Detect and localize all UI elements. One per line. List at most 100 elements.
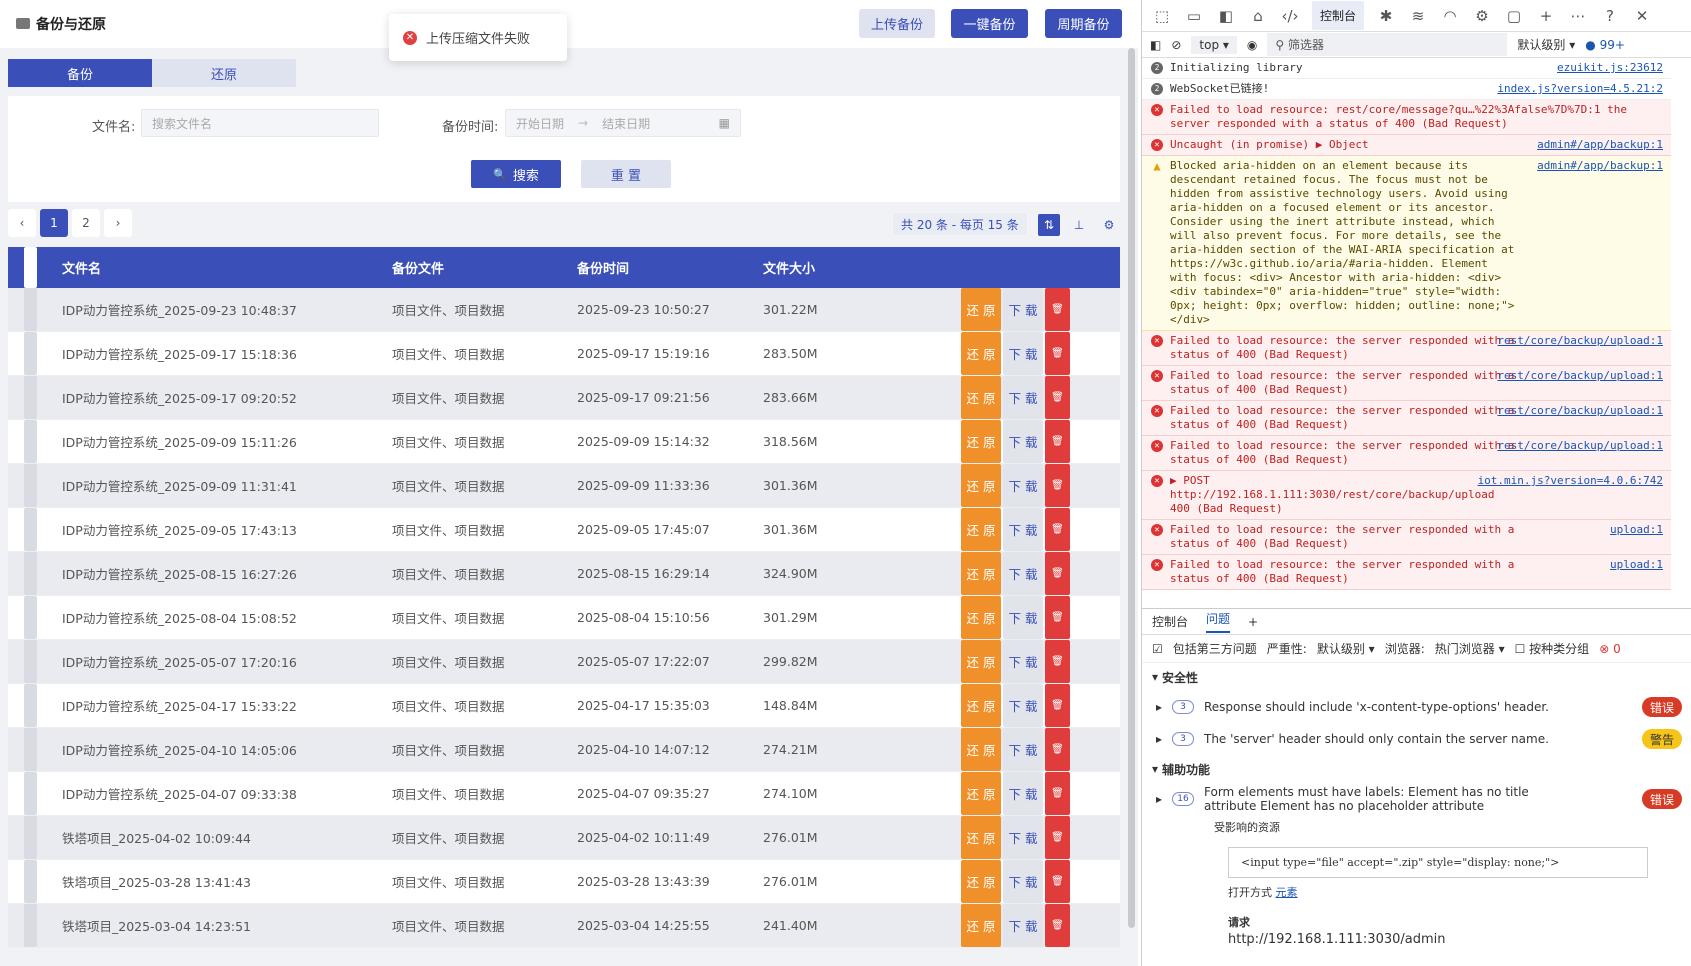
table-row[interactable]: IDP动力管控系统_2025-04-07 09:33:38 项目文件、项目数据 20… [8, 772, 1120, 816]
console-filter-input[interactable]: ⚲ 筛选器 [1267, 33, 1508, 56]
issue-section[interactable]: ▾ 安全性 [1142, 663, 1691, 691]
sort-icon[interactable]: ⇅ [1038, 214, 1060, 236]
scrollbar-thumb[interactable] [1128, 48, 1135, 928]
row-checkbox[interactable] [24, 772, 37, 815]
table-row[interactable]: IDP动力管控系统_2025-04-17 15:33:22 项目文件、项目数据 20… [8, 684, 1120, 728]
eye-icon[interactable]: ◉ [1247, 38, 1257, 52]
log-entry-error[interactable]: ✕ Failed to load resource: the server res… [1142, 520, 1671, 555]
row-checkbox[interactable] [24, 684, 37, 727]
restore-button[interactable]: 还 原 [961, 816, 1001, 859]
log-source-link[interactable]: upload:1 [1610, 523, 1663, 537]
date-range-input[interactable]: 开始日期 → 结束日期 ▦ [505, 109, 741, 137]
delete-button[interactable]: 🗑 [1045, 376, 1070, 419]
log-entry-error[interactable]: ✕ Failed to load resource: rest/core/mess… [1142, 100, 1671, 135]
table-row[interactable]: IDP动力管控系统_2025-09-17 15:18:36 项目文件、项目数据 20… [8, 332, 1120, 376]
row-checkbox[interactable] [24, 728, 37, 771]
restore-button[interactable]: 还 原 [961, 552, 1001, 595]
log-source-link[interactable]: iot.min.js?version=4.0.6:742 [1478, 474, 1663, 488]
log-entry-error[interactable]: ✕ ▶ POST http://192.168.1.111:3030/rest/c… [1142, 471, 1671, 520]
restore-button[interactable]: 还 原 [961, 728, 1001, 771]
sidebar-toggle-icon[interactable]: ◧ [1150, 38, 1161, 52]
close-icon[interactable]: ✕ [1632, 7, 1652, 25]
log-source-link[interactable]: index.js?version=4.5.21:2 [1497, 82, 1663, 96]
select-all-checkbox[interactable] [24, 247, 37, 288]
delete-button[interactable]: 🗑 [1045, 288, 1070, 331]
delete-button[interactable]: 🗑 [1045, 552, 1070, 595]
application-icon[interactable]: ▢ [1504, 7, 1524, 25]
table-row[interactable]: 铁塔项目_2025-04-02 10:09:44 项目文件、项目数据 2025-04… [8, 816, 1120, 860]
group-checkbox[interactable]: ☐ 按种类分组 [1515, 640, 1590, 657]
issue-item[interactable]: ▸ 3 Response should include 'x-content-typ… [1142, 691, 1691, 723]
tab-backup[interactable]: 备份 [8, 59, 152, 87]
page-2-button[interactable]: 2 [72, 209, 100, 237]
log-entry-error[interactable]: ✕ Failed to load resource: the server res… [1142, 436, 1671, 471]
row-checkbox[interactable] [24, 860, 37, 903]
one-click-backup-button[interactable]: 一键备份 [951, 9, 1028, 38]
row-checkbox[interactable] [24, 816, 37, 859]
restore-button[interactable]: 还 原 [961, 376, 1001, 419]
delete-button[interactable]: 🗑 [1045, 860, 1070, 903]
filename-input[interactable]: 搜索文件名 [141, 109, 379, 137]
page-scrollbar[interactable] [1128, 48, 1136, 928]
elements-icon[interactable]: ‹/› [1280, 7, 1300, 25]
gear-icon[interactable]: ⚙ [1472, 7, 1492, 25]
request-url[interactable]: http://192.168.1.111:3030/admin [1228, 932, 1691, 947]
next-page-button[interactable]: › [104, 209, 132, 237]
settings-icon[interactable]: ⚙ [1098, 214, 1120, 236]
restore-button[interactable]: 还 原 [961, 640, 1001, 683]
log-source-link[interactable]: rest/core/backup/upload:1 [1497, 439, 1663, 453]
download-button[interactable]: 下 载 [1003, 772, 1043, 815]
download-button[interactable]: 下 载 [1003, 904, 1043, 947]
restore-button[interactable]: 还 原 [961, 332, 1001, 375]
row-checkbox[interactable] [24, 640, 37, 683]
download-button[interactable]: 下 载 [1003, 728, 1043, 771]
restore-button[interactable]: 还 原 [961, 508, 1001, 551]
table-row[interactable]: IDP动力管控系统_2025-09-09 15:11:26 项目文件、项目数据 20… [8, 420, 1120, 464]
log-source-link[interactable]: upload:1 [1610, 558, 1663, 572]
issue-section[interactable]: ▾ 辅助功能 [1142, 755, 1691, 783]
log-source-link[interactable]: rest/core/backup/upload:1 [1497, 334, 1663, 348]
delete-button[interactable]: 🗑 [1045, 420, 1070, 463]
tab-console[interactable]: 控制台 [1312, 1, 1365, 30]
table-row[interactable]: IDP动力管控系统_2025-04-10 14:05:06 项目文件、项目数据 20… [8, 728, 1120, 772]
row-checkbox[interactable] [24, 288, 37, 331]
download-button[interactable]: 下 载 [1003, 640, 1043, 683]
issue-item[interactable]: ▸ 16 Form elements must have labels: Eleme… [1142, 783, 1691, 815]
restore-button[interactable]: 还 原 [961, 288, 1001, 331]
issue-item[interactable]: ▸ 3 The 'server' header should only contai… [1142, 723, 1691, 755]
delete-button[interactable]: 🗑 [1045, 904, 1070, 947]
row-checkbox[interactable] [24, 420, 37, 463]
add-tab-icon[interactable]: + [1536, 7, 1556, 25]
delete-button[interactable]: 🗑 [1045, 728, 1070, 771]
delete-button[interactable]: 🗑 [1045, 464, 1070, 507]
console-prompt[interactable]: › [1142, 590, 1671, 593]
table-row[interactable]: IDP动力管控系统_2025-09-05 17:43:13 项目文件、项目数据 20… [8, 508, 1120, 552]
level-select[interactable]: 默认级别 ▾ [1517, 36, 1575, 53]
log-entry-error[interactable]: ✕ Uncaught (in promise) ▶ Object admin#/ap… [1142, 135, 1671, 156]
sidebar-icon[interactable]: ◧ [1216, 7, 1236, 25]
log-source-link[interactable]: rest/core/backup/upload:1 [1497, 404, 1663, 418]
download-button[interactable]: 下 载 [1003, 420, 1043, 463]
restore-button[interactable]: 还 原 [961, 464, 1001, 507]
download-button[interactable]: 下 载 [1003, 684, 1043, 727]
table-row[interactable]: IDP动力管控系统_2025-05-07 17:20:16 项目文件、项目数据 20… [8, 640, 1120, 684]
prev-page-button[interactable]: ‹ [8, 209, 36, 237]
browser-select[interactable]: 热门浏览器 ▾ [1435, 640, 1505, 657]
periodic-backup-button[interactable]: 周期备份 [1045, 9, 1122, 38]
delete-button[interactable]: 🗑 [1045, 508, 1070, 551]
log-entry-info[interactable]: 2 WebSocket已链接! index.js?version=4.5.21:2 [1142, 79, 1671, 100]
tab-restore[interactable]: 还原 [152, 59, 296, 87]
log-entry-info[interactable]: 2 Initializing library ezuikit.js:23612 [1142, 58, 1671, 79]
restore-button[interactable]: 还 原 [961, 596, 1001, 639]
delete-button[interactable]: 🗑 [1045, 596, 1070, 639]
download-button[interactable]: 下 载 [1003, 376, 1043, 419]
download-button[interactable]: 下 载 [1003, 464, 1043, 507]
bug-icon[interactable]: ✱ [1376, 7, 1396, 25]
table-row[interactable]: IDP动力管控系统_2025-09-09 11:31:41 项目文件、项目数据 20… [8, 464, 1120, 508]
restore-button[interactable]: 还 原 [961, 904, 1001, 947]
log-entry-error[interactable]: ✕ Failed to load resource: the server res… [1142, 555, 1671, 590]
restore-button[interactable]: 还 原 [961, 772, 1001, 815]
download-button[interactable]: 下 载 [1003, 552, 1043, 595]
log-source-link[interactable]: admin#/app/backup:1 [1537, 159, 1663, 173]
severity-select[interactable]: 默认级别 ▾ [1317, 640, 1375, 657]
